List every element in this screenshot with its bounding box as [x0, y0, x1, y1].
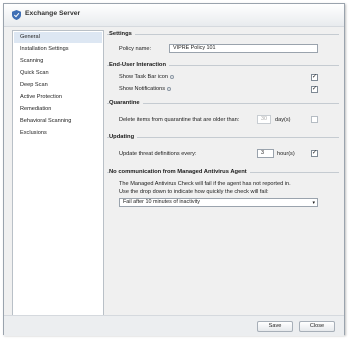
section-title: End-User Interaction — [109, 62, 170, 68]
updating-enable-checkbox[interactable]: ✓ — [311, 150, 318, 157]
sidebar-item-active-protection[interactable]: Active Protection — [14, 92, 102, 103]
no-communication-section: No communication from Managed Antivirus … — [107, 169, 339, 207]
save-button[interactable]: Save — [257, 321, 293, 332]
no-comm-description-1: The Managed Antivirus Check will fail if… — [119, 181, 291, 187]
sidebar-item-deep-scan[interactable]: Deep Scan — [14, 80, 102, 91]
section-title: Settings — [109, 31, 135, 37]
title-bar: Exchange Server — [4, 4, 344, 27]
sidebar-item-general[interactable]: General — [14, 32, 102, 43]
updating-section: Updating Update threat definitions every… — [107, 134, 339, 158]
end-user-section: End-User Interaction Show Task Bar icon … — [107, 62, 339, 93]
settings-section: Settings Policy name: VIPRE Policy 101 — [107, 31, 339, 53]
shield-icon — [12, 10, 21, 20]
hours-unit-label: hour(s) — [277, 151, 295, 157]
sidebar-item-scanning[interactable]: Scanning — [14, 56, 102, 67]
inactivity-dropdown-value: Fail after 10 minutes of inactivity — [123, 199, 200, 205]
dialog-footer: Save Close — [4, 315, 344, 336]
quarantine-delete-label: Delete items from quarantine that are ol… — [119, 117, 240, 123]
quarantine-section: Quarantine Delete items from quarantine … — [107, 100, 339, 124]
policy-name-field[interactable]: VIPRE Policy 101 — [169, 44, 318, 53]
notifications-label: Show Notifications — [119, 86, 172, 92]
info-icon — [170, 74, 175, 79]
update-hours-field[interactable]: 3 — [257, 149, 274, 158]
inactivity-dropdown[interactable]: Fail after 10 minutes of inactivity ▾ — [119, 198, 318, 207]
sidebar-item-remediation[interactable]: Remediation — [14, 104, 102, 115]
section-title: Quarantine — [109, 100, 143, 106]
settings-panel: Settings Policy name: VIPRE Policy 101 E… — [107, 30, 340, 317]
sidebar-item-quick-scan[interactable]: Quick Scan — [14, 68, 102, 79]
sidebar-item-installation-settings[interactable]: Installation Settings — [14, 44, 102, 55]
sidebar-item-behavioral-scanning[interactable]: Behavioral Scanning — [14, 116, 102, 127]
settings-window: Exchange Server General Installation Set… — [3, 3, 345, 336]
taskbar-icon-label: Show Task Bar icon — [119, 74, 175, 80]
update-interval-label: Update threat definitions every: — [119, 151, 197, 157]
info-icon — [167, 86, 172, 91]
days-unit-label: day(s) — [275, 117, 291, 123]
chevron-down-icon: ▾ — [312, 200, 315, 206]
window-title: Exchange Server — [25, 10, 81, 17]
sidebar-nav: General Installation Settings Scanning Q… — [12, 30, 104, 317]
no-comm-description-2: Use the drop down to indicate how quickl… — [119, 189, 269, 195]
quarantine-days-field[interactable]: 30 — [257, 115, 271, 124]
taskbar-icon-checkbox[interactable]: ✓ — [311, 74, 318, 81]
section-title: Updating — [109, 134, 138, 140]
notifications-checkbox[interactable]: ✓ — [311, 86, 318, 93]
sidebar-item-exclusions[interactable]: Exclusions — [14, 128, 102, 139]
section-title: No communication from Managed Antivirus … — [109, 169, 250, 175]
quarantine-enable-checkbox[interactable] — [311, 116, 318, 123]
close-button[interactable]: Close — [299, 321, 335, 332]
policy-name-label: Policy name: — [119, 46, 152, 52]
